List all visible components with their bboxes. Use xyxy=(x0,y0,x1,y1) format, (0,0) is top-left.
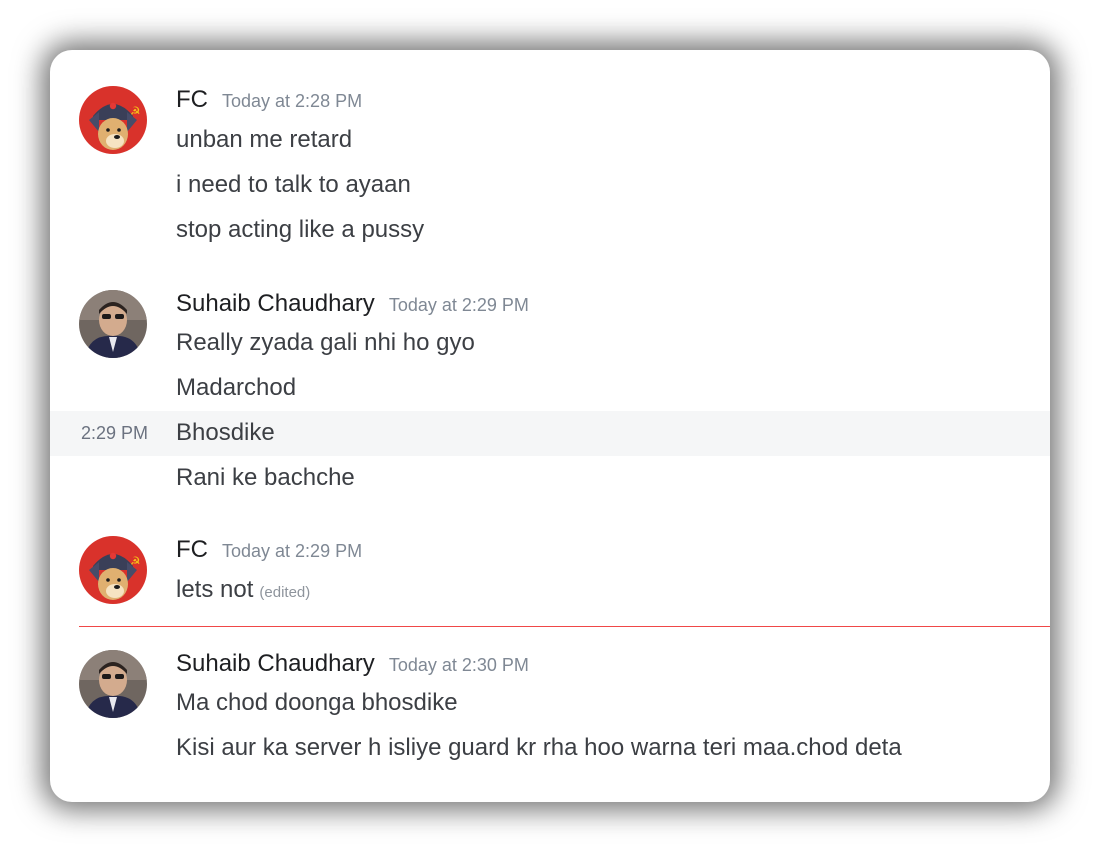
username[interactable]: Suhaib Chaudhary xyxy=(176,290,375,318)
user-photo-icon xyxy=(79,290,147,358)
message-header: Suhaib Chaudhary Today at 2:30 PM xyxy=(176,650,529,682)
screenshot-stage: ☭ FC Today at 2:28 PM unban me retard i … xyxy=(0,0,1100,853)
username[interactable]: Suhaib Chaudhary xyxy=(176,650,375,678)
message-text: Kisi aur ka server h isliye guard kr rha… xyxy=(176,734,902,761)
message-timestamp[interactable]: Today at 2:29 PM xyxy=(389,295,529,316)
suhaib-avatar[interactable] xyxy=(79,290,147,358)
message-header: FC Today at 2:29 PM xyxy=(176,536,362,568)
username[interactable]: FC xyxy=(176,86,208,114)
message-header: FC Today at 2:28 PM xyxy=(176,86,362,118)
edited-label: (edited) xyxy=(259,584,311,601)
message-text: unban me retard xyxy=(176,126,353,153)
message-text: Really zyada gali nhi ho gyo xyxy=(176,329,475,356)
hover-timestamp: 2:29 PM xyxy=(81,423,149,443)
shiba-dog-avatar-icon: ☭ xyxy=(79,536,147,604)
message-text: Ma chod doonga bhosdike xyxy=(176,689,458,716)
message-text: i need to talk to ayaan xyxy=(176,171,411,198)
message-header: Suhaib Chaudhary Today at 2:29 PM xyxy=(176,290,529,322)
message-text: Madarchod xyxy=(176,374,297,401)
message-text: Rani ke bachche xyxy=(176,464,355,491)
username[interactable]: FC xyxy=(176,536,208,564)
message-text: lets not (edited) xyxy=(176,575,310,608)
new-messages-divider xyxy=(79,626,1050,627)
message-text: stop acting like a pussy xyxy=(176,216,425,243)
shiba-dog-avatar-icon: ☭ xyxy=(79,86,147,154)
message-timestamp[interactable]: Today at 2:28 PM xyxy=(222,91,362,112)
fc-avatar[interactable]: ☭ xyxy=(79,536,147,604)
message-text: Bhosdike xyxy=(176,419,275,446)
fc-avatar[interactable]: ☭ xyxy=(79,86,147,154)
suhaib-avatar[interactable] xyxy=(79,650,147,718)
message-body: lets not xyxy=(176,576,254,603)
message-timestamp[interactable]: Today at 2:30 PM xyxy=(389,655,529,676)
chat-message-list: ☭ FC Today at 2:28 PM unban me retard i … xyxy=(50,50,1050,802)
message-timestamp[interactable]: Today at 2:29 PM xyxy=(222,541,362,562)
user-photo-icon xyxy=(79,650,147,718)
